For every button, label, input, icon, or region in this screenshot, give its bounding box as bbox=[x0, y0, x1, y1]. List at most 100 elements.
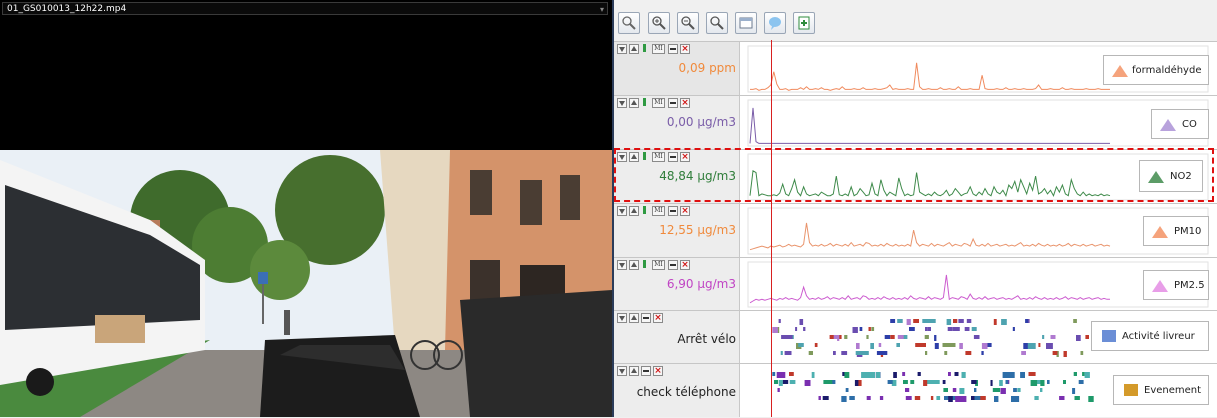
chevron-down-icon[interactable]: ▾ bbox=[600, 3, 604, 16]
track-no2[interactable]: MI × 48,84 µg/m3 NO2 bbox=[614, 149, 1217, 203]
zoom-button[interactable] bbox=[706, 12, 728, 34]
event-mark bbox=[849, 396, 855, 400]
event-mark bbox=[1040, 380, 1045, 386]
playhead-line[interactable] bbox=[771, 40, 772, 417]
plot-area[interactable]: CO bbox=[740, 96, 1217, 149]
plot-area[interactable]: PM2.5 bbox=[740, 258, 1217, 310]
move-down-button[interactable] bbox=[617, 206, 627, 216]
zoom-reset-button[interactable] bbox=[618, 12, 640, 34]
plot-frame bbox=[747, 207, 1209, 255]
event-mark bbox=[922, 319, 936, 323]
mi-button[interactable]: MI bbox=[652, 260, 665, 270]
window-button[interactable] bbox=[735, 12, 757, 34]
move-down-button[interactable] bbox=[617, 98, 627, 108]
event-mark bbox=[1025, 319, 1029, 323]
collapse-button[interactable] bbox=[668, 44, 678, 54]
zoom-out-button[interactable] bbox=[677, 12, 699, 34]
plot-area[interactable]: Activité livreur bbox=[740, 311, 1217, 363]
timeline-panel: MI × 0,09 ppm formaldéhyde MI × 0,00 µg/… bbox=[614, 0, 1217, 417]
collapse-button[interactable] bbox=[641, 366, 651, 376]
zoom-in-button[interactable] bbox=[648, 12, 670, 34]
event-mark bbox=[1040, 388, 1043, 392]
event-mark bbox=[1047, 380, 1050, 384]
square-icon bbox=[1124, 384, 1138, 396]
mi-button[interactable]: MI bbox=[652, 44, 665, 54]
track-check-telephone[interactable]: × check téléphone Evenement bbox=[614, 363, 1217, 417]
plot-area[interactable]: NO2 bbox=[740, 150, 1217, 203]
event-mark bbox=[1023, 343, 1028, 349]
collapse-button[interactable] bbox=[668, 206, 678, 216]
close-track-button[interactable]: × bbox=[653, 366, 663, 376]
collapse-button[interactable] bbox=[668, 152, 678, 162]
move-up-button[interactable] bbox=[629, 44, 639, 54]
collapse-button[interactable] bbox=[668, 260, 678, 270]
move-down-button[interactable] bbox=[617, 260, 627, 270]
track-co[interactable]: MI × 0,00 µg/m3 CO bbox=[614, 95, 1217, 149]
event-mark bbox=[927, 327, 931, 331]
track-header: × Arrêt vélo bbox=[614, 311, 740, 363]
event-mark bbox=[1030, 380, 1038, 386]
move-down-button[interactable] bbox=[617, 44, 627, 54]
event-mark bbox=[942, 380, 946, 384]
export-button[interactable] bbox=[793, 12, 815, 34]
plot-area[interactable]: formaldéhyde bbox=[740, 42, 1217, 95]
move-down-button[interactable] bbox=[617, 313, 627, 323]
move-up-button[interactable] bbox=[629, 366, 639, 376]
event-mark bbox=[1028, 372, 1036, 376]
event-mark bbox=[866, 396, 871, 400]
collapse-button[interactable] bbox=[668, 98, 678, 108]
close-track-button[interactable]: × bbox=[653, 313, 663, 323]
close-track-button[interactable]: × bbox=[680, 98, 690, 108]
event-mark bbox=[1085, 335, 1089, 339]
plot-area[interactable]: Evenement bbox=[740, 364, 1217, 417]
mi-button[interactable]: MI bbox=[652, 152, 665, 162]
mi-button[interactable]: MI bbox=[652, 206, 665, 216]
event-mark bbox=[799, 319, 804, 325]
video-frame[interactable] bbox=[0, 150, 612, 417]
track-value: 0,00 µg/m3 bbox=[666, 115, 736, 129]
event-mark bbox=[1072, 388, 1076, 394]
track-formaldehyde[interactable]: MI × 0,09 ppm formaldéhyde bbox=[614, 41, 1217, 95]
event-mark bbox=[925, 351, 928, 355]
close-track-button[interactable]: × bbox=[680, 152, 690, 162]
event-mark bbox=[781, 335, 793, 339]
close-track-button[interactable]: × bbox=[680, 44, 690, 54]
move-up-button[interactable] bbox=[629, 260, 639, 270]
resize-icon[interactable] bbox=[641, 206, 651, 216]
event-mark bbox=[1027, 343, 1036, 349]
event-mark bbox=[990, 380, 993, 386]
event-mark bbox=[878, 343, 882, 347]
event-mark bbox=[966, 319, 972, 323]
collapse-button[interactable] bbox=[641, 313, 651, 323]
resize-icon[interactable] bbox=[641, 98, 651, 108]
move-down-button[interactable] bbox=[617, 366, 627, 376]
move-up-button[interactable] bbox=[629, 98, 639, 108]
comment-button[interactable] bbox=[764, 12, 786, 34]
event-mark bbox=[917, 372, 921, 376]
export-icon bbox=[798, 16, 810, 30]
event-mark bbox=[905, 396, 912, 400]
timeline-toolbar bbox=[614, 8, 1217, 38]
event-mark bbox=[1005, 380, 1009, 384]
mi-button[interactable]: MI bbox=[652, 98, 665, 108]
event-mark bbox=[909, 327, 915, 331]
track-pm10[interactable]: MI × 12,55 µg/m3 PM10 bbox=[614, 203, 1217, 257]
track-pm25[interactable]: MI × 6,90 µg/m3 PM2.5 bbox=[614, 257, 1217, 310]
event-mark bbox=[896, 343, 900, 347]
move-down-button[interactable] bbox=[617, 152, 627, 162]
move-up-button[interactable] bbox=[629, 206, 639, 216]
track-value: 0,09 ppm bbox=[678, 61, 736, 75]
close-track-button[interactable]: × bbox=[680, 260, 690, 270]
series-line bbox=[749, 107, 1110, 144]
move-up-button[interactable] bbox=[629, 313, 639, 323]
resize-icon[interactable] bbox=[641, 260, 651, 270]
plot-area[interactable]: PM10 bbox=[740, 204, 1217, 257]
event-mark bbox=[1084, 372, 1090, 378]
move-up-button[interactable] bbox=[629, 152, 639, 162]
event-mark bbox=[971, 327, 977, 331]
video-title-bar[interactable]: 01_GS010013_12h22.mp4 ▾ bbox=[2, 2, 608, 15]
resize-icon[interactable] bbox=[641, 152, 651, 162]
resize-icon[interactable] bbox=[641, 44, 651, 54]
close-track-button[interactable]: × bbox=[680, 206, 690, 216]
track-arret-velo[interactable]: × Arrêt vélo Activité livreur bbox=[614, 310, 1217, 363]
